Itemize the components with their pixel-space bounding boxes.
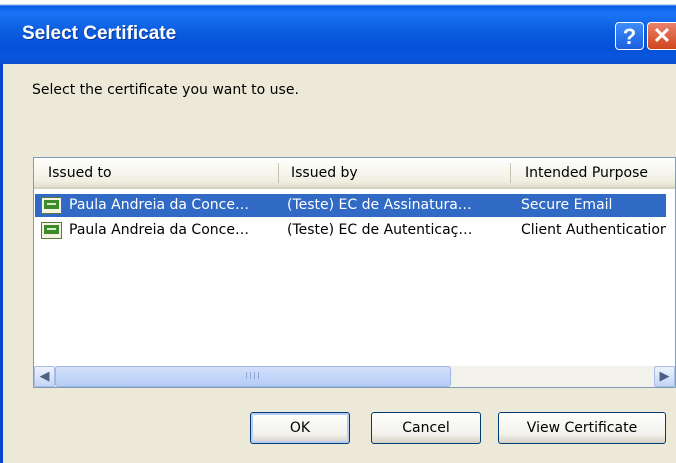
- certificate-icon: [41, 222, 62, 239]
- scroll-right-arrow-icon[interactable]: ▶: [654, 366, 675, 387]
- ok-button[interactable]: OK: [250, 412, 350, 444]
- column-divider[interactable]: [510, 163, 511, 183]
- issued-to-cell: Paula Andreia da Conce…: [69, 197, 249, 213]
- certificate-list[interactable]: Issued to Issued by Intended Purpose Pau…: [33, 157, 676, 388]
- scrollbar-thumb[interactable]: IIII: [55, 366, 451, 387]
- issued-by-cell: (Teste) EC de Assinatura…: [287, 197, 472, 213]
- column-header-intended-purpose[interactable]: Intended Purpose: [525, 158, 648, 187]
- purpose-cell: Secure Email: [521, 197, 613, 213]
- scroll-left-arrow-icon[interactable]: ◀: [34, 366, 55, 387]
- close-button[interactable]: ✕: [647, 22, 676, 50]
- column-divider[interactable]: [278, 163, 279, 183]
- dialog-title: Select Certificate: [22, 23, 177, 44]
- help-button[interactable]: ?: [615, 22, 644, 50]
- select-certificate-dialog: Select Certificate ? ✕ Select the certif…: [0, 0, 676, 463]
- column-header-issued-to[interactable]: Issued to: [48, 158, 112, 187]
- certificate-row[interactable]: Paula Andreia da Conce… (Teste) EC de As…: [35, 194, 666, 217]
- list-header: Issued to Issued by Intended Purpose: [34, 158, 675, 189]
- cancel-button[interactable]: Cancel: [371, 412, 481, 444]
- view-certificate-button[interactable]: View Certificate: [498, 412, 666, 444]
- horizontal-scrollbar[interactable]: ◀ IIII ▶: [34, 366, 675, 387]
- issued-by-cell: (Teste) EC de Autenticaç…: [287, 222, 473, 238]
- title-bar[interactable]: Select Certificate ? ✕: [0, 0, 676, 64]
- purpose-cell: Client Authentication: [521, 222, 666, 238]
- certificate-row[interactable]: Paula Andreia da Conce… (Teste) EC de Au…: [35, 219, 666, 242]
- certificate-icon: [41, 197, 62, 214]
- column-header-issued-by[interactable]: Issued by: [291, 158, 358, 187]
- instruction-text: Select the certificate you want to use.: [32, 82, 299, 98]
- issued-to-cell: Paula Andreia da Conce…: [69, 222, 249, 238]
